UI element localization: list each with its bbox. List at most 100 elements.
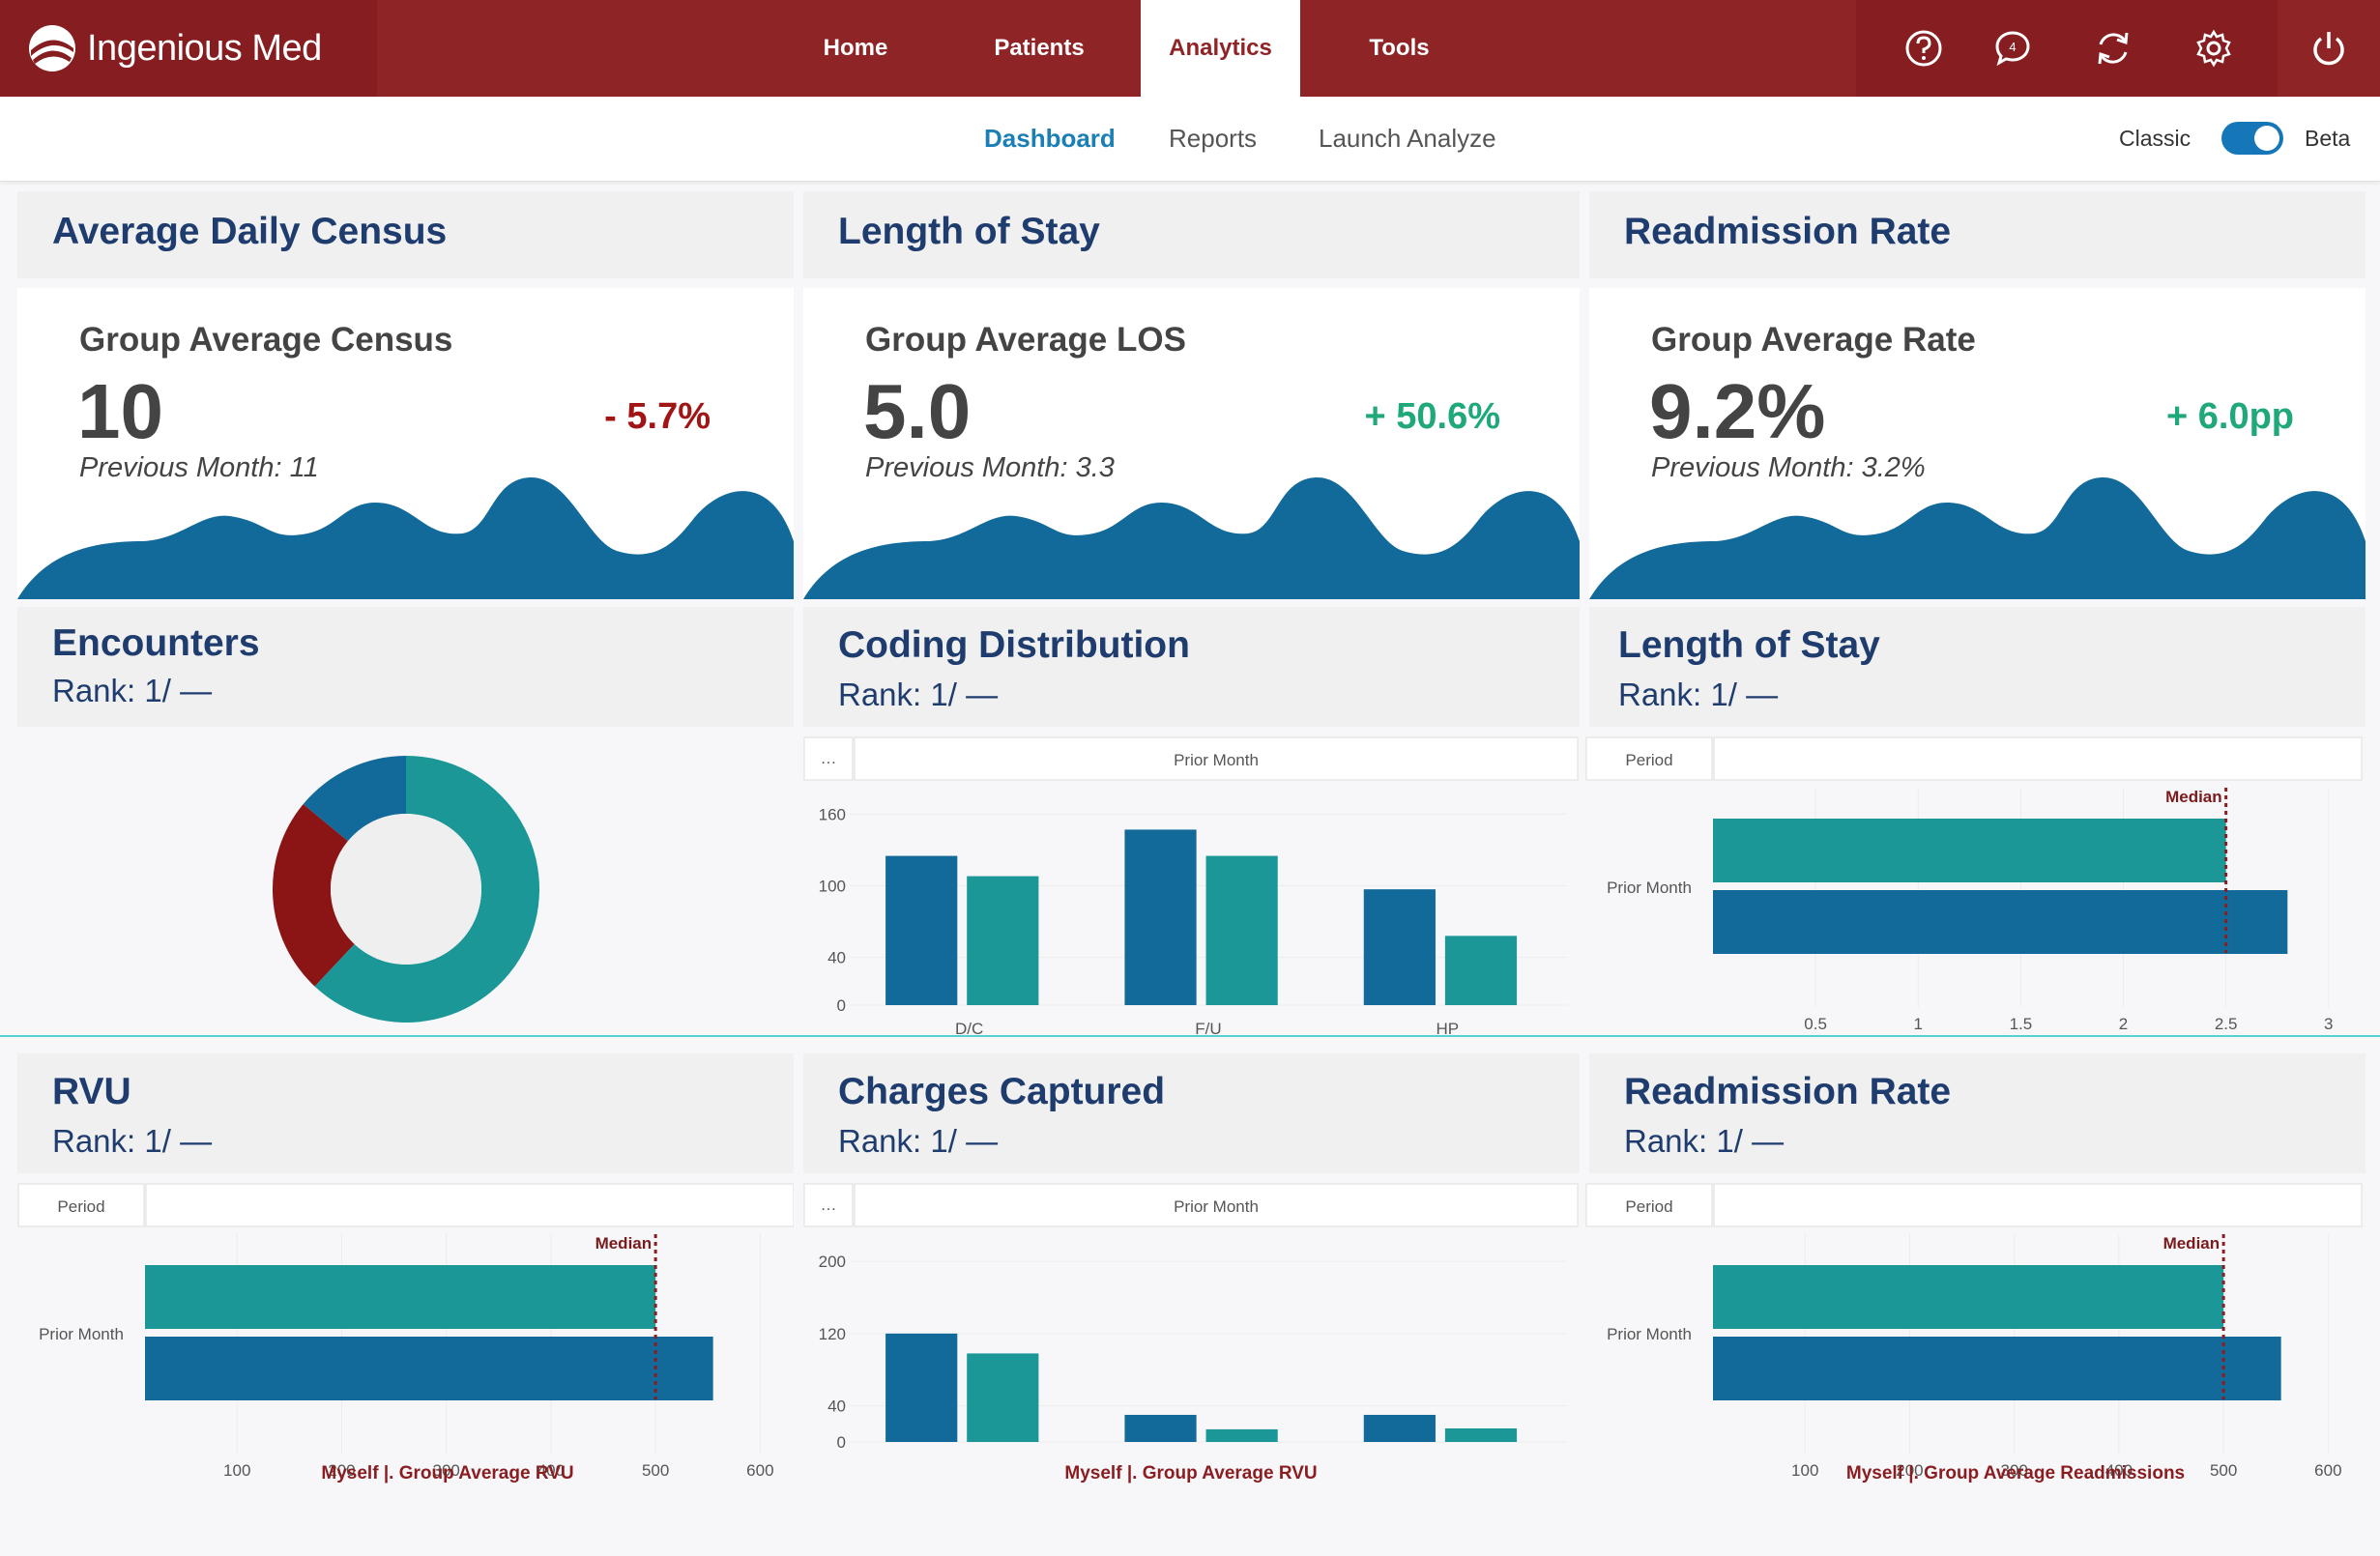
bar--series-1	[1444, 1427, 1518, 1442]
chart-legend: Myself |. Group Average RVU	[1064, 1463, 1317, 1484]
top-nav-bar: Ingenious Med Home Patients Analytics To…	[0, 0, 2380, 97]
panel-header-charges: Charges Captured Rank: 1/ —	[803, 1053, 1580, 1173]
y-tick-label: 200	[819, 1253, 846, 1271]
tab-home[interactable]: Home	[793, 0, 918, 97]
kpi-value: 10	[77, 368, 163, 454]
brand-name: Ingenious Med	[87, 27, 322, 69]
x-tick-label: 500	[2210, 1461, 2237, 1480]
encounters-donut-chart[interactable]	[17, 735, 794, 1034]
panel-title: Average Daily Census	[52, 211, 448, 252]
toggle-label-beta: Beta	[2305, 126, 2351, 151]
los-bar-chart[interactable]: Period 0.5 1 1.5 2 2.5 3 Prior Month Median	[1585, 735, 2365, 1034]
bar--series-0	[885, 1333, 958, 1442]
brand-logo[interactable]: Ingenious Med	[0, 0, 377, 97]
header-label: Period	[1625, 1197, 1672, 1216]
kpi-delta: - 5.7%	[604, 396, 711, 437]
kpi-value: 5.0	[863, 368, 972, 454]
x-tick-label: 1.5	[2010, 1015, 2033, 1033]
tab-patients[interactable]: Patients	[967, 0, 1112, 97]
logout-button[interactable]	[2278, 0, 2380, 97]
panel-rank: Rank: 1/ —	[838, 677, 999, 712]
x-tick-label: 500	[642, 1461, 669, 1480]
category-label: Prior Month	[39, 1325, 124, 1343]
subtab-launch-analyze[interactable]: Launch Analyze	[1319, 124, 1496, 154]
sparkline-wave	[17, 476, 794, 599]
kpi-delta: + 6.0pp	[2166, 396, 2294, 437]
panel-title: RVU	[52, 1071, 131, 1112]
category-label: Prior Month	[1607, 879, 1692, 897]
x-tick-label: 600	[746, 1461, 773, 1480]
tab-analytics[interactable]: Analytics	[1141, 0, 1300, 97]
panel-rank: Rank: 1/ —	[838, 1123, 999, 1159]
bar--series-1	[1205, 1428, 1278, 1442]
charges-bar-chart[interactable]: … Prior Month 0 40 120 200 Myself |. Group Ave…	[803, 1181, 1580, 1500]
x-tick-label: 3	[2324, 1015, 2333, 1033]
panel-header-rvu: RVU Rank: 1/ —	[17, 1053, 794, 1173]
classic-beta-toggle[interactable]	[2221, 122, 2283, 155]
gear-icon[interactable]	[2192, 27, 2235, 70]
kpi-label: Group Average Rate	[1651, 321, 1976, 359]
kpi-card-los[interactable]: Group Average LOS 5.0 Previous Month: 3.…	[803, 288, 1580, 599]
x-tick-label: 2	[2119, 1015, 2128, 1033]
panel-rank: Rank: 1/ —	[52, 673, 213, 708]
kpi-label: Group Average Census	[79, 321, 453, 359]
kpi-header-los: Length of Stay	[803, 191, 1580, 278]
panel-title: Readmission Rate	[1624, 1071, 1952, 1112]
header-label: Prior Month	[1174, 1197, 1259, 1216]
category-label: Prior Month	[1607, 1325, 1692, 1343]
x-tick-label: 100	[223, 1461, 250, 1480]
bar-hp-series-1	[1444, 936, 1518, 1005]
median-label: Median	[2165, 788, 2222, 806]
subtab-reports[interactable]: Reports	[1169, 124, 1257, 154]
chat-icon[interactable]: 4	[1991, 27, 2034, 70]
rvu-bar-chart[interactable]: Period100 200 300 400 500 600Prior MonthMedia…	[17, 1181, 794, 1500]
bar-dc-series-1	[967, 876, 1039, 1005]
header-cell	[1713, 736, 2363, 781]
toggle-knob	[2254, 126, 2279, 151]
logo-icon	[29, 25, 75, 72]
panel-rank: Rank: 1/ —	[52, 1123, 213, 1159]
panel-title: Encounters	[52, 622, 260, 664]
y-tick-label: 40	[827, 1398, 846, 1416]
x-tick-label: 600	[2314, 1461, 2341, 1480]
donut-hole	[331, 814, 481, 965]
bar-series-1	[1713, 1337, 2281, 1400]
bar-fu-series-0	[1124, 829, 1197, 1005]
kpi-card-readmission[interactable]: Group Average Rate 9.2% Previous Month: …	[1589, 288, 2365, 599]
toolbar-icons: 4	[1856, 0, 2278, 97]
header-corner-label: …	[821, 749, 837, 767]
sparkline-wave	[803, 476, 1580, 599]
header-corner-label: …	[821, 1196, 837, 1214]
refresh-icon[interactable]	[2092, 27, 2134, 70]
header-cell	[145, 1183, 794, 1227]
help-icon[interactable]	[1902, 27, 1945, 70]
bar-series-0	[1713, 1265, 2224, 1329]
panel-header-los: Length of Stay Rank: 1/ —	[1589, 607, 2365, 727]
sparkline-wave	[1589, 476, 2365, 599]
chart-legend: Myself |. Group Average Readmissions	[1846, 1463, 2185, 1484]
panel-rank: Rank: 1/ —	[1624, 1123, 1785, 1159]
kpi-card-census[interactable]: Group Average Census 10 Previous Month: …	[17, 288, 794, 599]
median-label: Median	[2163, 1234, 2220, 1253]
bar-series-0	[145, 1265, 656, 1329]
chart-legend: Myself |. Group Average RVU	[321, 1463, 573, 1484]
y-tick-label: 0	[837, 1433, 846, 1452]
x-tick-label: HP	[1437, 1020, 1460, 1034]
header-label: Period	[1625, 751, 1672, 769]
coding-distribution-chart[interactable]: … Prior Month 0 40 100 160 D/C F/U HP	[803, 735, 1580, 1034]
panel-title: Readmission Rate	[1624, 211, 1952, 252]
tab-tools[interactable]: Tools	[1329, 0, 1469, 97]
bar-series-1	[1713, 890, 2288, 954]
x-tick-label: 100	[1791, 1461, 1818, 1480]
readmission-bar-chart[interactable]: Period100 200 300 400 500 600Prior MonthMedia…	[1585, 1181, 2365, 1500]
bar-fu-series-1	[1205, 855, 1278, 1005]
y-tick-label: 120	[819, 1325, 846, 1343]
median-label: Median	[595, 1234, 653, 1253]
kpi-delta: + 50.6%	[1364, 396, 1501, 437]
kpi-header-readmission: Readmission Rate	[1589, 191, 2365, 278]
panel-title: Length of Stay	[1618, 624, 1880, 666]
notification-count: 4	[2009, 40, 2016, 54]
bar--series-0	[1363, 1414, 1436, 1442]
subtab-dashboard[interactable]: Dashboard	[984, 124, 1116, 154]
y-tick-label: 100	[819, 877, 846, 895]
